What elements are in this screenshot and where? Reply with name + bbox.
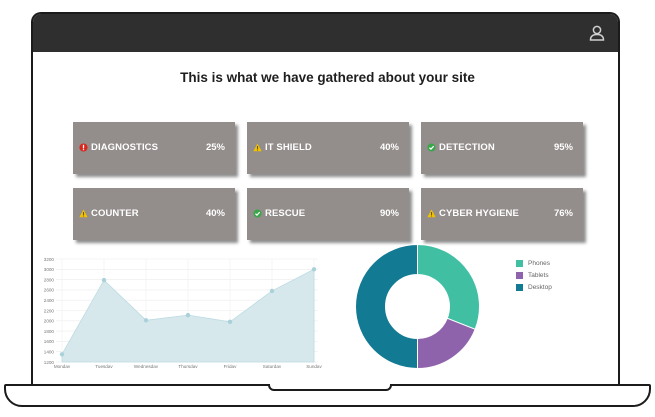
area-chart: 1200 1400 1600 1800 2000 2200 2400 2600 2800 3000… xyxy=(44,257,323,368)
card-label: DETECTION xyxy=(439,142,495,153)
warning-icon xyxy=(427,209,436,218)
y-tick-label: 2600 xyxy=(44,288,55,293)
x-tick-label: Friday xyxy=(224,364,237,368)
x-tick-label: Wednesday xyxy=(134,364,159,368)
card-detection[interactable]: DETECTION 95% xyxy=(421,122,583,174)
y-tick-label: 1600 xyxy=(44,339,55,344)
warning-icon xyxy=(253,143,262,152)
card-value: 25% xyxy=(205,142,225,153)
card-value: 90% xyxy=(379,208,399,219)
donut-chart xyxy=(355,244,480,369)
y-tick-label: 3000 xyxy=(44,267,55,272)
data-point xyxy=(185,312,191,318)
y-tick-label: 2400 xyxy=(44,298,55,303)
legend-item[interactable]: Tablets xyxy=(516,272,552,279)
legend-label: Phones xyxy=(528,260,551,267)
page-title: This is what we have gathered about your… xyxy=(180,70,475,85)
laptop-notch xyxy=(267,384,392,391)
donut-legend: Phones Tablets Desktop xyxy=(516,260,552,296)
card-label: COUNTER xyxy=(91,208,139,219)
donut-slice-desktop xyxy=(355,244,418,369)
legend-swatch xyxy=(516,260,523,267)
card-diagnostics[interactable]: DIAGNOSTICS 25% xyxy=(73,122,235,174)
card-label: IT SHIELD xyxy=(265,142,312,153)
y-tick-label: 1400 xyxy=(44,350,55,355)
y-tick-label: 1800 xyxy=(44,329,55,334)
error-icon xyxy=(79,143,88,152)
card-cyber-hygiene[interactable]: CYBER HYGIENE 76% xyxy=(421,188,583,240)
legend-label: Tablets xyxy=(528,272,549,279)
x-tick-label: Thursday xyxy=(178,364,198,368)
x-tick-label: Tuesday xyxy=(95,364,113,368)
laptop-base xyxy=(4,384,651,407)
legend-item[interactable]: Desktop xyxy=(516,284,552,291)
legend-swatch xyxy=(516,272,523,279)
card-label: CYBER HYGIENE xyxy=(439,208,519,219)
y-tick-label: 3200 xyxy=(44,257,55,262)
data-point xyxy=(227,319,233,325)
data-point xyxy=(311,267,317,272)
card-it-shield[interactable]: IT SHIELD 40% xyxy=(247,122,409,174)
card-value: 95% xyxy=(553,142,573,153)
card-value: 76% xyxy=(553,208,573,219)
card-label: RESCUE xyxy=(265,208,306,219)
x-tick-label: Monday xyxy=(54,364,71,368)
x-tick-label: Sunday xyxy=(306,364,322,368)
card-label: DIAGNOSTICS xyxy=(91,142,159,153)
user-icon[interactable] xyxy=(588,24,606,42)
y-tick-label: 2000 xyxy=(44,319,55,324)
data-point xyxy=(143,318,149,323)
donut-slice-tablets xyxy=(417,317,476,369)
data-point xyxy=(269,288,275,294)
card-counter[interactable]: COUNTER 40% xyxy=(73,188,235,240)
data-point xyxy=(59,352,65,357)
legend-label: Desktop xyxy=(528,284,552,291)
legend-item[interactable]: Phones xyxy=(516,260,552,267)
card-value: 40% xyxy=(205,208,225,219)
y-tick-label: 1200 xyxy=(44,360,55,365)
check-icon xyxy=(253,209,262,218)
card-value: 40% xyxy=(379,142,399,153)
data-point xyxy=(101,277,107,283)
top-bar xyxy=(33,14,618,52)
x-tick-label: Saturday xyxy=(263,364,282,368)
donut-slice-phones xyxy=(417,244,480,330)
check-icon xyxy=(427,143,436,152)
card-rescue[interactable]: RESCUE 90% xyxy=(247,188,409,240)
y-tick-label: 2800 xyxy=(44,277,55,282)
legend-swatch xyxy=(516,284,523,291)
warning-icon xyxy=(79,209,88,218)
y-tick-label: 2200 xyxy=(44,308,55,313)
